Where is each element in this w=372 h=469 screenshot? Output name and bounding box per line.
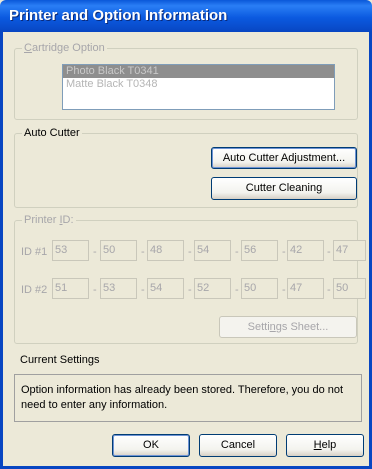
current-settings-title: Current Settings bbox=[20, 354, 100, 366]
id1-separator: - bbox=[93, 246, 97, 258]
id1-field-7[interactable]: 47 bbox=[333, 240, 366, 261]
id1-separator: - bbox=[235, 246, 239, 258]
id2-field-7[interactable]: 50 bbox=[333, 278, 366, 299]
help-button[interactable]: Help bbox=[286, 434, 364, 457]
id2-separator: - bbox=[327, 284, 331, 296]
id2-separator: - bbox=[188, 284, 192, 296]
id2-field-6[interactable]: 47 bbox=[287, 278, 324, 299]
id2-field-1[interactable]: 51 bbox=[52, 278, 89, 299]
cartridge-listbox[interactable]: Photo Black T0341 Matte Black T0348 bbox=[62, 64, 335, 110]
id1-field-4[interactable]: 54 bbox=[194, 240, 231, 261]
id2-field-4[interactable]: 52 bbox=[194, 278, 231, 299]
auto-cutter-adjustment-button[interactable]: Auto Cutter Adjustment... bbox=[211, 147, 357, 169]
id2-separator: - bbox=[93, 284, 97, 296]
id1-separator: - bbox=[282, 246, 286, 258]
id1-separator: - bbox=[141, 246, 145, 258]
cartridge-item-matte-black[interactable]: Matte Black T0348 bbox=[63, 78, 334, 91]
auto-cutter-legend: Auto Cutter bbox=[22, 127, 82, 140]
id2-separator: - bbox=[282, 284, 286, 296]
id2-label: ID #2 bbox=[21, 284, 48, 296]
id1-field-2[interactable]: 50 bbox=[100, 240, 137, 261]
title-bar[interactable]: Printer and Option Information bbox=[0, 0, 372, 32]
id2-field-3[interactable]: 54 bbox=[147, 278, 184, 299]
id1-label: ID #1 bbox=[21, 246, 48, 258]
settings-sheet-button[interactable]: Settings Sheet... bbox=[219, 316, 357, 338]
id2-field-5[interactable]: 50 bbox=[241, 278, 278, 299]
ok-button[interactable]: OK bbox=[112, 434, 190, 457]
id2-field-2[interactable]: 53 bbox=[100, 278, 137, 299]
id2-separator: - bbox=[141, 284, 145, 296]
current-settings-message: Option information has already been stor… bbox=[21, 384, 344, 411]
cartridge-item-photo-black[interactable]: Photo Black T0341 bbox=[63, 65, 334, 78]
window-title: Printer and Option Information bbox=[9, 7, 228, 24]
id1-separator: - bbox=[188, 246, 192, 258]
window-frame-left bbox=[0, 32, 3, 469]
printer-id-legend: Printer ID: bbox=[22, 214, 76, 227]
id1-field-6[interactable]: 42 bbox=[287, 240, 324, 261]
id1-field-3[interactable]: 48 bbox=[147, 240, 184, 261]
id1-field-5[interactable]: 56 bbox=[241, 240, 278, 261]
cutter-cleaning-button[interactable]: Cutter Cleaning bbox=[211, 177, 357, 200]
id1-field-1[interactable]: 53 bbox=[52, 240, 89, 261]
cartridge-option-legend: Cartridge Option bbox=[22, 42, 107, 55]
id2-separator: - bbox=[235, 284, 239, 296]
current-settings-box: Option information has already been stor… bbox=[14, 374, 362, 422]
cancel-button[interactable]: Cancel bbox=[199, 434, 277, 457]
id1-separator: - bbox=[327, 246, 331, 258]
